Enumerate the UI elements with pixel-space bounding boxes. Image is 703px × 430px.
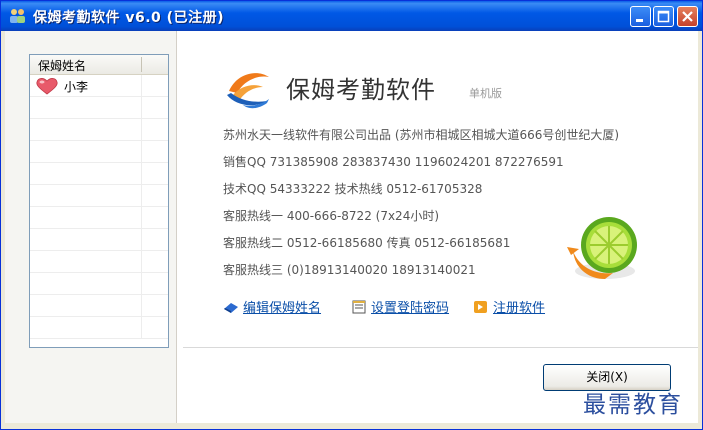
- list-row-empty: [30, 251, 168, 273]
- watermark: 最需教育: [583, 392, 683, 418]
- hotline-3: 客服热线三 (0)18913140020 18913140021: [223, 263, 476, 277]
- set-password-link[interactable]: 设置登陆密码: [351, 297, 449, 316]
- list-row-empty: [30, 97, 168, 119]
- edition-label: 单机版: [469, 87, 502, 100]
- close-window-button[interactable]: [677, 6, 698, 27]
- edit-name-link[interactable]: 编辑保姆姓名: [223, 297, 321, 316]
- row-separator: [141, 163, 142, 184]
- nanny-list-panel: 保姆姓名 小李: [5, 31, 177, 423]
- row-separator: [141, 141, 142, 162]
- list-row-empty: [30, 317, 168, 339]
- row-separator: [141, 317, 142, 338]
- close-button-shortcut: (X): [610, 370, 628, 384]
- register-label: 注册软件: [493, 301, 546, 316]
- hotline-2: 客服热线二 0512-66185680 传真 0512-66185681: [223, 236, 511, 250]
- row-separator: [141, 185, 142, 206]
- minimize-button[interactable]: [630, 6, 651, 27]
- about-panel: 保姆考勤软件 单机版 苏州水天一线软件有限公司出品 (苏州市相城区相城大道666…: [177, 31, 698, 423]
- row-separator: [141, 295, 142, 316]
- row-separator: [141, 75, 142, 96]
- title-bar[interactable]: 保姆考勤软件 v6.0 (已注册): [1, 1, 702, 31]
- minimize-icon: [636, 19, 643, 22]
- maximize-button[interactable]: [653, 6, 674, 27]
- document-icon: [352, 300, 366, 314]
- edit-name-label: 编辑保姆姓名: [243, 301, 322, 316]
- arrow-right-icon: [474, 301, 487, 313]
- list-row-empty: [30, 295, 168, 317]
- lime-logo-icon: [567, 217, 637, 279]
- row-separator: [141, 97, 142, 118]
- row-separator: [141, 229, 142, 250]
- list-row-empty: [30, 163, 168, 185]
- row-separator: [141, 251, 142, 272]
- row-separator: [141, 207, 142, 228]
- window-title: 保姆考勤软件 v6.0 (已注册): [33, 10, 224, 26]
- list-row-empty: [30, 141, 168, 163]
- list-row-empty: [30, 229, 168, 251]
- company-info: 苏州水天一线软件有限公司出品 (苏州市相城区相城大道666号创世纪大厦): [223, 128, 620, 142]
- client-area: 保姆姓名 小李 保姆考勤软件 单机版 苏州水天一线软件有限公司出品 (苏州市相城…: [5, 31, 698, 423]
- row-separator: [141, 273, 142, 294]
- list-row-empty: [30, 185, 168, 207]
- register-link[interactable]: 注册软件: [473, 297, 545, 316]
- set-password-label: 设置登陆密码: [371, 301, 450, 316]
- close-icon: [682, 11, 693, 22]
- book-icon: [224, 303, 238, 313]
- row-separator: [141, 119, 142, 140]
- close-button-label: 关闭: [586, 370, 611, 384]
- list-row-empty: [30, 273, 168, 295]
- sales-qq: 销售QQ 731385908 283837430 1196024201 8722…: [223, 155, 564, 169]
- hotline-1: 客服热线一 400-666-8722 (7x24小时): [223, 209, 440, 223]
- column-header-name[interactable]: 保姆姓名: [38, 57, 86, 74]
- divider: [183, 347, 698, 348]
- nanny-list[interactable]: 保姆姓名 小李: [29, 54, 169, 348]
- column-separator: [141, 57, 142, 72]
- list-item[interactable]: 小李: [30, 75, 168, 97]
- people-icon: [10, 9, 25, 23]
- main-window: 保姆考勤软件 v6.0 (已注册) 保姆姓名 小李 保姆考勤软件 单机版 苏州水…: [0, 0, 703, 430]
- list-item-name: 小李: [64, 80, 89, 94]
- list-header[interactable]: 保姆姓名: [30, 55, 168, 75]
- maximize-icon: [657, 10, 670, 23]
- heart-icon: [36, 78, 58, 95]
- list-row-empty: [30, 119, 168, 141]
- app-name: 保姆考勤软件: [286, 76, 436, 104]
- tech-support: 技术QQ 54333222 技术热线 0512-61705328: [223, 182, 483, 196]
- list-row-empty: [30, 207, 168, 229]
- app-logo-icon: [227, 73, 269, 109]
